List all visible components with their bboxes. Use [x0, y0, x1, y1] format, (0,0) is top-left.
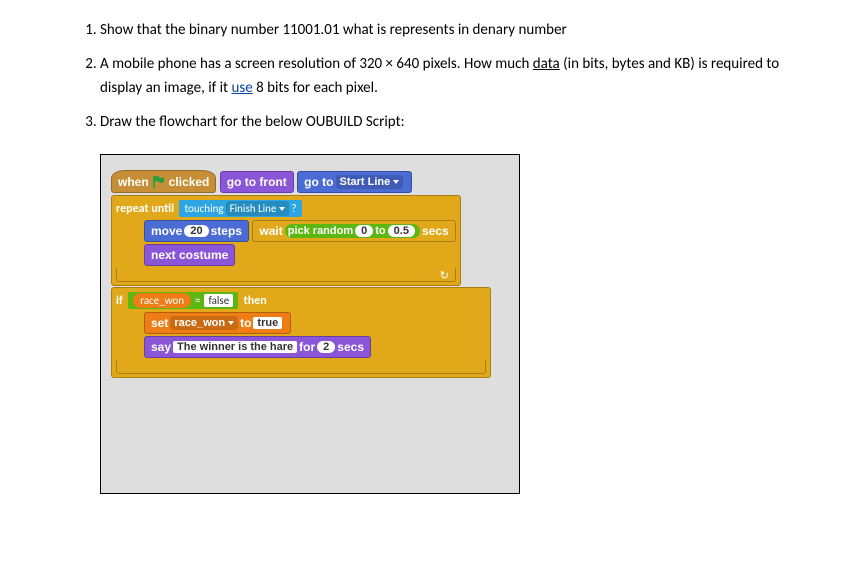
block-when-flag-clicked: when clicked [111, 170, 216, 193]
block-wait: wait pick random 0 to 0.5 secs [252, 220, 455, 242]
question-2: A mobile phone has a screen resolution o… [100, 52, 806, 100]
block-repeat-until: repeat until touching Finish Line ? move… [111, 195, 461, 286]
variable-race-won: race_won [133, 293, 191, 308]
dropdown-start-line: Start Line [336, 175, 404, 189]
block-go-to-start-line: go to Start Line [297, 171, 412, 193]
block-next-costume: next costume [144, 244, 235, 266]
block-touching: touching Finish Line ? [179, 200, 301, 217]
dropdown-finish-line: Finish Line [226, 201, 290, 216]
green-flag-icon [152, 175, 166, 189]
block-go-to-front: go to front [220, 171, 294, 193]
question-1: Show that the binary number 11001.01 wha… [100, 18, 806, 42]
oubuild-script-image: when clicked go to front go to Start Lin… [100, 154, 520, 494]
question-3: Draw the flowchart for the below OUBUILD… [100, 110, 806, 134]
block-set-variable: set race_won to true [144, 312, 291, 334]
dropdown-race-won: race_won [170, 316, 238, 330]
loop-arrow-icon: ↻ [440, 269, 449, 282]
block-say-for-secs: say The winner is the hare for 2 secs [144, 336, 371, 358]
block-if: if race_won = false then set race_won to… [111, 287, 491, 378]
question-list: Show that the binary number 11001.01 wha… [40, 18, 806, 134]
block-move-steps: move 20 steps [144, 220, 249, 242]
block-equals: race_won = false [128, 292, 238, 309]
block-pick-random: pick random 0 to 0.5 [285, 224, 420, 238]
